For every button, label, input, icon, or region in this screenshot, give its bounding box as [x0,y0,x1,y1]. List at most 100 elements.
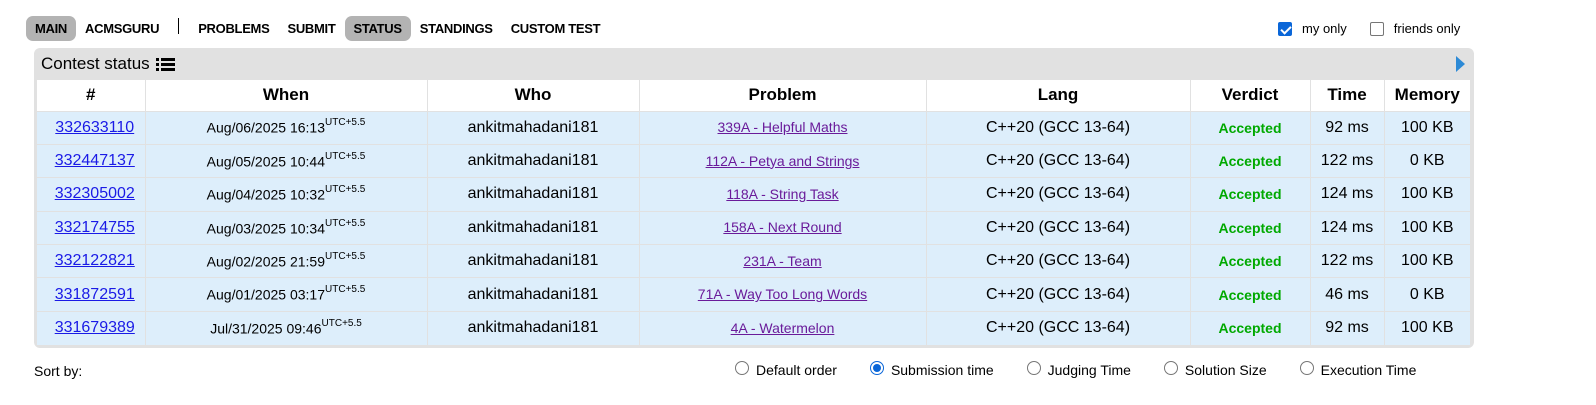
submission-id-link[interactable]: 332122821 [55,252,135,269]
submission-time: Aug/03/2025 10:34 [206,220,326,237]
problem-link[interactable]: 339A - Helpful Maths [718,119,848,135]
who-cell: ankitmahadani181 [427,310,640,345]
memory-cell: 100 KB [1384,177,1470,212]
nav-custom-test[interactable]: CUSTOM TEST [502,16,610,41]
memory-cell: 100 KB [1384,210,1470,245]
sort-submission-time[interactable]: Submission time [869,361,994,378]
problem-link[interactable]: 71A - Way Too Long Words [698,286,867,302]
sort-submission-time-radio[interactable] [869,361,884,375]
memory-cell: 0 KB [1384,143,1470,178]
arrow-right-icon[interactable] [1456,56,1465,72]
when-cell: Aug/05/2025 10:44UTC+5.5 [145,143,428,178]
status-filters: my only friends only [1278,21,1483,36]
verdict-cell: Accepted [1190,244,1311,278]
my-only-checkbox[interactable] [1278,21,1292,36]
problem-link[interactable]: 231A - Team [743,253,821,269]
header-who: Who [427,80,640,111]
who-cell: ankitmahadani181 [427,143,640,178]
sort-default-order[interactable]: Default order [735,361,837,378]
sort-judging-time-radio[interactable] [1026,361,1041,375]
submission-id-link[interactable]: 332447137 [55,152,135,169]
time-cell: 124 ms [1310,177,1385,212]
when-cell: Jul/31/2025 09:46UTC+5.5 [145,310,428,345]
friends-only-checkbox[interactable] [1369,21,1384,36]
memory-cell: 100 KB [1384,244,1470,278]
submission-id-link[interactable]: 332174755 [55,219,135,236]
sort-solution-size-radio[interactable] [1163,361,1178,375]
table-row: 332633110 Aug/06/2025 16:13UTC+5.5 ankitma… [37,110,1470,145]
who-cell: ankitmahadani181 [427,244,640,278]
problem-link[interactable]: 158A - Next Round [723,219,841,235]
nav-acmsguru[interactable]: ACMSGURU [76,16,168,41]
header-id: # [37,80,146,111]
time-cell: 122 ms [1310,244,1385,278]
sort-judging-time[interactable]: Judging Time [1026,361,1131,378]
submission-time: Aug/05/2025 10:44 [206,153,326,170]
header-memory: Memory [1384,80,1470,111]
submission-time: Aug/02/2025 21:59 [206,253,326,270]
sort-solution-size[interactable]: Solution Size [1163,361,1267,378]
timezone-label: UTC+5.5 [325,184,366,196]
when-cell: Aug/02/2025 21:59UTC+5.5 [145,244,428,278]
submission-id-cell: 332447137 [37,143,146,178]
header-verdict: Verdict [1190,80,1311,111]
who-cell: ankitmahadani181 [427,277,640,312]
sort-execution-time[interactable]: Execution Time [1299,361,1417,378]
submission-id-cell: 332305002 [37,177,146,212]
problem-cell: 112A - Petya and Strings [639,143,927,178]
table-row: 332174755 Aug/03/2025 10:34UTC+5.5 ankitma… [37,210,1470,245]
sort-judging-time-label: Judging Time [1047,362,1131,378]
sort-default-order-radio[interactable] [735,361,749,375]
timezone-label: UTC+5.5 [321,317,362,329]
memory-cell: 100 KB [1384,110,1470,145]
verdict-cell: Accepted [1190,177,1311,212]
nav-status[interactable]: STATUS [344,16,411,41]
when-cell: Aug/03/2025 10:34UTC+5.5 [145,210,428,245]
friends-only-label: friends only [1393,21,1461,36]
memory-cell: 0 KB [1384,277,1470,312]
problem-cell: 158A - Next Round [639,210,927,245]
problem-link[interactable]: 112A - Petya and Strings [706,153,860,169]
friends-only-filter[interactable]: friends only [1369,21,1461,36]
timezone-label: UTC+5.5 [325,250,366,262]
sort-by-label: Sort by: [34,363,83,379]
lang-cell: C++20 (GCC 13-64) [926,210,1191,245]
lang-cell: C++20 (GCC 13-64) [926,310,1191,345]
top-nav: MAIN ACMSGURU PROBLEMS SUBMIT STATUS STA… [26,16,609,41]
submission-id-link[interactable]: 332305002 [55,185,135,202]
timezone-label: UTC+5.5 [325,150,366,162]
nav-problems[interactable]: PROBLEMS [189,16,278,41]
my-only-filter[interactable]: my only [1278,21,1347,36]
problem-link[interactable]: 4A - Watermelon [731,320,835,336]
sort-execution-time-label: Execution Time [1320,362,1417,378]
submission-id-link[interactable]: 331872591 [55,286,135,303]
problem-cell: 4A - Watermelon [639,310,927,345]
problem-cell: 118A - String Task [639,177,927,212]
submission-id-cell: 331679389 [37,310,146,345]
time-cell: 124 ms [1310,210,1385,245]
sort-submission-time-label: Submission time [890,362,994,378]
nav-submit[interactable]: SUBMIT [278,16,344,41]
submission-id-link[interactable]: 332633110 [55,119,134,136]
nav-standings[interactable]: STANDINGS [411,16,502,41]
submission-time: Aug/01/2025 03:17 [206,286,326,303]
sort-execution-time-radio[interactable] [1299,361,1314,375]
nav-main[interactable]: MAIN [26,16,77,41]
problem-cell: 71A - Way Too Long Words [639,277,927,312]
submission-id-cell: 331872591 [37,277,146,312]
list-icon [155,57,175,72]
submission-time: Aug/04/2025 10:32 [206,186,326,203]
submission-id-cell: 332174755 [37,210,146,245]
lang-cell: C++20 (GCC 13-64) [926,244,1191,278]
who-cell: ankitmahadani181 [427,210,640,245]
problem-link[interactable]: 118A - String Task [726,186,838,202]
verdict-cell: Accepted [1190,277,1311,312]
verdict-cell: Accepted [1190,110,1311,145]
lang-cell: C++20 (GCC 13-64) [926,177,1191,212]
sort-options: Default order Submission time Judging Ti… [735,361,1417,378]
who-cell: ankitmahadani181 [427,110,640,145]
table-row: 331679389 Jul/31/2025 09:46UTC+5.5 ankitma… [37,310,1470,345]
submission-id-link[interactable]: 331679389 [55,319,135,336]
submission-id-cell: 332633110 [37,110,146,145]
problem-cell: 231A - Team [639,244,927,278]
